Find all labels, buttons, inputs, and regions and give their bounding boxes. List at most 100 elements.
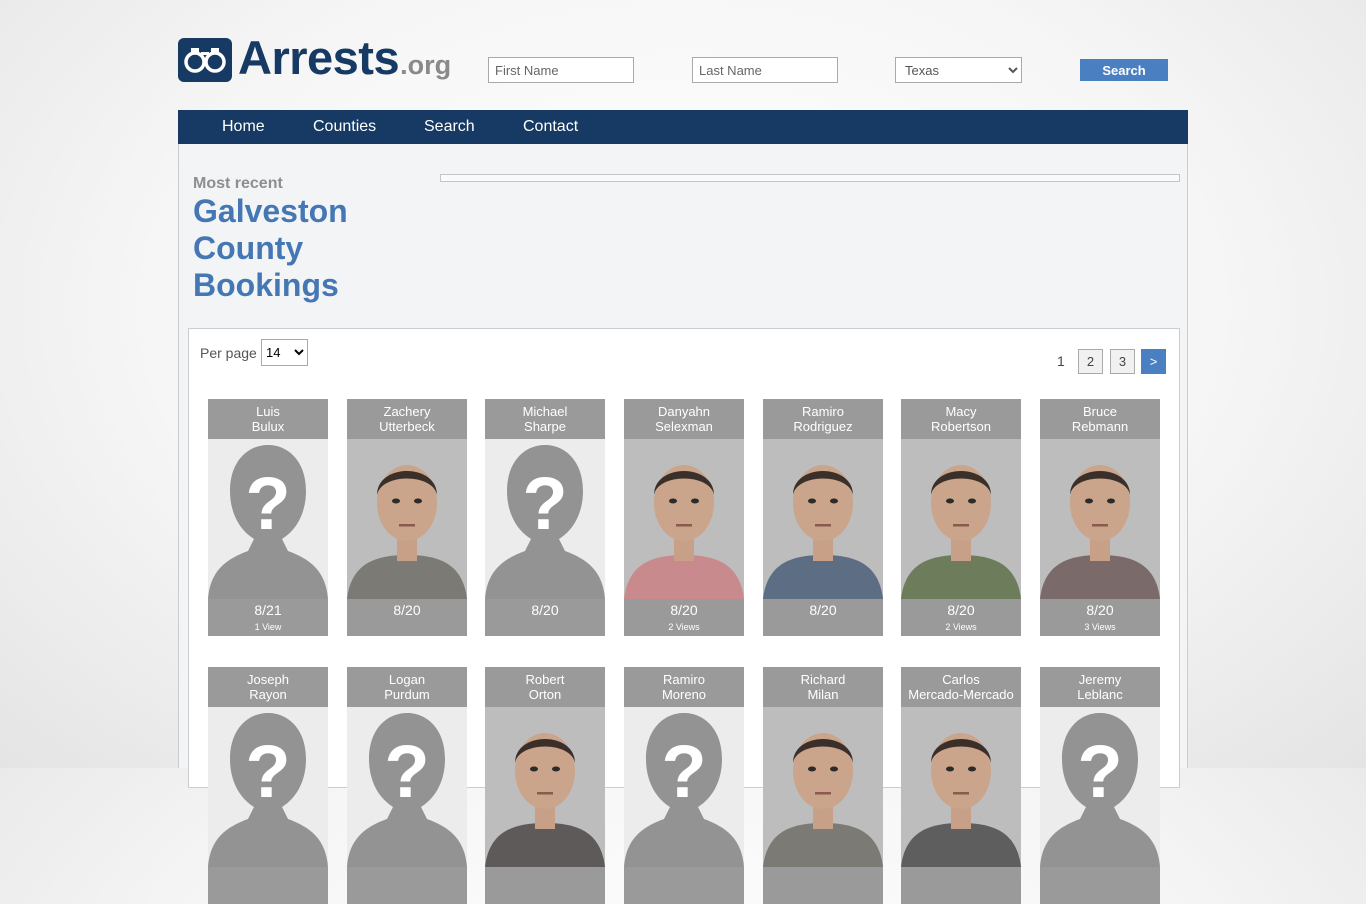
svg-text:?: ?	[522, 462, 567, 545]
no-photo-silhouette-icon: ?	[624, 707, 744, 867]
mugshot-photo	[485, 707, 605, 867]
booking-name: Joseph Rayon	[208, 672, 328, 702]
booking-photo[interactable]	[901, 707, 1021, 867]
booking-last-name: Rebmann	[1071, 419, 1129, 434]
main-panel: Most recent Galveston County Bookings Pe…	[178, 144, 1188, 904]
booking-photo[interactable]	[1040, 439, 1160, 599]
booking-last-name: Bulux	[251, 419, 285, 434]
booking-first-name: Logan	[388, 672, 426, 687]
booking-card[interactable]: Zachery Utterbeck 8/20	[347, 399, 467, 636]
booking-card[interactable]: Michael Sharpe? 8/20	[485, 399, 605, 636]
booking-name: Ramiro Moreno	[624, 672, 744, 702]
last-name-input[interactable]	[692, 57, 838, 83]
no-photo-silhouette-icon: ?	[485, 439, 605, 599]
booking-card[interactable]: Joseph Rayon?	[208, 667, 328, 904]
booking-card[interactable]: Ramiro Moreno?	[624, 667, 744, 904]
pagination-next[interactable]: >	[1141, 349, 1166, 374]
pagination-current: 1	[1057, 353, 1065, 369]
mugshot-photo	[624, 439, 744, 599]
state-select[interactable]: Texas	[895, 57, 1022, 83]
booking-name: Carlos Mercado-Mercado	[901, 672, 1021, 702]
page: Arrests .org Texas Search Home Counties …	[178, 0, 1188, 904]
booking-card[interactable]: Bruce Rebmann 8/20 3 Views	[1040, 399, 1160, 636]
booking-last-name: Moreno	[661, 687, 707, 702]
booking-photo[interactable]	[347, 439, 467, 599]
search-button[interactable]: Search	[1080, 59, 1168, 81]
booking-last-name: Utterbeck	[379, 419, 435, 434]
booking-last-name: Orton	[528, 687, 562, 702]
booking-last-name: Leblanc	[1077, 687, 1123, 702]
mugshot-photo	[901, 707, 1021, 867]
handcuffs-icon	[178, 38, 232, 82]
booking-name: Bruce Rebmann	[1040, 404, 1160, 434]
svg-text:?: ?	[384, 730, 429, 813]
nav-contact[interactable]: Contact	[523, 110, 578, 144]
booking-last-name: Rayon	[249, 687, 287, 702]
mugshot-photo	[901, 439, 1021, 599]
booking-date: 8/20	[670, 602, 698, 618]
booking-card[interactable]: Macy Robertson 8/20 2 Views	[901, 399, 1021, 636]
booking-name: Danyahn Selexman	[624, 404, 744, 434]
per-page-label: Per page	[200, 345, 257, 361]
per-page-select[interactable]: 14	[261, 339, 308, 366]
no-photo-silhouette-icon: ?	[1040, 707, 1160, 867]
booking-first-name: Carlos	[942, 672, 980, 687]
booking-first-name: Jeremy	[1078, 672, 1122, 687]
booking-date: 8/20	[947, 602, 975, 618]
pagination-page-3[interactable]: 3	[1110, 349, 1135, 374]
booking-date: 8/21	[254, 602, 282, 618]
booking-card[interactable]: Logan Purdum?	[347, 667, 467, 904]
ad-bar	[440, 174, 1180, 182]
booking-photo[interactable]	[624, 439, 744, 599]
booking-first-name: Ramiro	[802, 404, 844, 419]
booking-name: Macy Robertson	[901, 404, 1021, 434]
booking-name: Richard Milan	[763, 672, 883, 702]
booking-card[interactable]: Carlos Mercado-Mercado	[901, 667, 1021, 904]
first-name-input[interactable]	[488, 57, 634, 83]
mugshot-photo	[1040, 439, 1160, 599]
photo-placeholder[interactable]: ?	[1040, 707, 1160, 867]
booking-card[interactable]: Danyahn Selexman 8/20 2 Views	[624, 399, 744, 636]
photo-placeholder[interactable]: ?	[347, 707, 467, 867]
booking-photo[interactable]	[485, 707, 605, 867]
nav-search[interactable]: Search	[424, 110, 475, 144]
nav-counties[interactable]: Counties	[313, 110, 376, 144]
booking-photo[interactable]	[763, 707, 883, 867]
mugshot-photo	[347, 439, 467, 599]
no-photo-silhouette-icon: ?	[347, 707, 467, 867]
booking-card[interactable]: Luis Bulux? 8/21 1 View	[208, 399, 328, 636]
booking-first-name: Zachery	[383, 404, 431, 419]
photo-placeholder[interactable]: ?	[485, 439, 605, 599]
booking-last-name: Milan	[807, 687, 839, 702]
booking-views: 1 View	[254, 622, 282, 632]
booking-last-name: Rodriguez	[793, 419, 853, 434]
photo-placeholder[interactable]: ?	[624, 707, 744, 867]
booking-date: 8/20	[809, 602, 837, 618]
nav-home[interactable]: Home	[222, 110, 265, 144]
logo-wordmark: Arrests	[238, 31, 400, 84]
booking-photo[interactable]	[763, 439, 883, 599]
booking-name: Luis Bulux	[208, 404, 328, 434]
logo-tld: .org	[400, 50, 452, 80]
booking-card[interactable]: Richard Milan	[763, 667, 883, 904]
booking-card[interactable]: Ramiro Rodriguez 8/20	[763, 399, 883, 636]
booking-date: 8/20	[531, 602, 559, 618]
booking-first-name: Danyahn	[657, 404, 711, 419]
page-title: Galveston County Bookings	[193, 193, 348, 303]
svg-text:?: ?	[1077, 730, 1122, 813]
booking-card[interactable]: Jeremy Leblanc?	[1040, 667, 1160, 904]
booking-card[interactable]: Robert Orton	[485, 667, 605, 904]
booking-first-name: Michael	[522, 404, 568, 419]
no-photo-silhouette-icon: ?	[208, 707, 328, 867]
svg-text:?: ?	[661, 730, 706, 813]
booking-last-name: Robertson	[931, 419, 991, 434]
pagination-page-2[interactable]: 2	[1078, 349, 1103, 374]
booking-date: 8/20	[1086, 602, 1114, 618]
site-logo[interactable]: Arrests .org	[178, 34, 451, 82]
booking-views: 3 Views	[1084, 622, 1116, 632]
photo-placeholder[interactable]: ?	[208, 439, 328, 599]
booking-first-name: Macy	[945, 404, 977, 419]
booking-first-name: Richard	[800, 672, 846, 687]
photo-placeholder[interactable]: ?	[208, 707, 328, 867]
booking-photo[interactable]	[901, 439, 1021, 599]
